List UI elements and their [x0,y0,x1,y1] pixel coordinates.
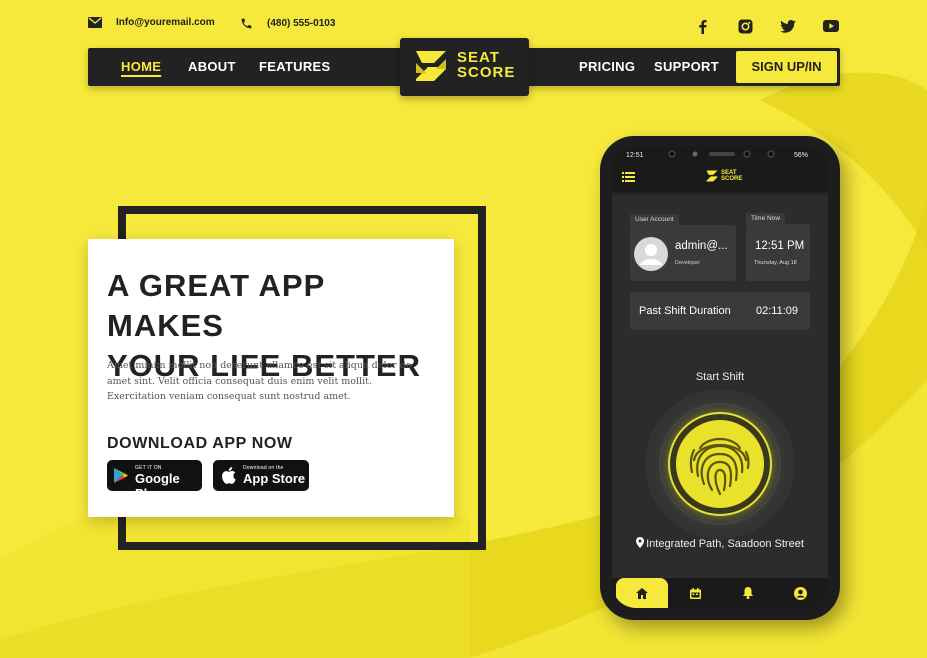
bottom-nav-calendar[interactable] [669,578,721,608]
phone-text: (480) 555-0103 [267,18,336,29]
past-shift-panel: Past Shift Duration 02:11:09 [630,292,810,330]
time-now-tag: Time Now [746,213,786,224]
logo-text-line1: SEAT [457,49,500,66]
app-bottom-nav [612,578,828,608]
twitter-icon[interactable] [779,17,797,35]
location-row: Integrated Path, Saadoon Street [612,537,828,550]
fingerprint-icon [676,420,764,508]
camera-notch-icon [668,150,775,158]
hero-paragraph: Amet minim mollit non deserunt ullamco e… [107,360,412,402]
location-text: Integrated Path, Saadoon Street [646,538,804,550]
user-account-tag: User Account [630,214,679,225]
nav-pricing[interactable]: PRICING [579,48,635,86]
google-play-icon [114,468,128,483]
youtube-icon[interactable] [822,17,840,35]
menu-icon[interactable] [622,172,635,182]
past-shift-value: 02:11:09 [756,305,799,317]
mail-icon [88,17,102,28]
app-logo-icon [706,170,718,182]
phone-screen: 12:51 56% SEAT SCORE User Account admin@… [612,146,828,608]
download-title: DOWNLOAD APP NOW [107,435,293,452]
top-contact-bar: Info@youremail.com (480) 555-0103 [88,17,840,37]
instagram-icon[interactable] [736,17,754,35]
bottom-nav-profile[interactable] [774,578,826,608]
start-shift-button[interactable] [668,412,772,516]
user-role: Developer [675,260,701,266]
google-play-button[interactable]: GET IT ON Google Play [107,460,202,501]
logo-text: SEAT SCORE [457,50,515,80]
app-header: 12:51 56% SEAT SCORE [612,146,828,191]
nav-support[interactable]: SUPPORT [654,48,719,86]
bottom-nav-notifications[interactable] [722,578,774,608]
app-logo-line2: SCORE [721,176,743,182]
date-now-value: Thursday, Aug 18 [754,260,797,266]
profile-icon [793,586,807,600]
hero-card: A GREAT APP MAKES YOUR LIFE BETTER Amet … [88,239,454,517]
calendar-icon [689,587,701,599]
app-store-big: App Store [243,471,306,486]
home-icon [636,587,648,599]
nav-about[interactable]: ABOUT [188,48,236,86]
facebook-icon[interactable] [693,17,711,35]
status-time: 12:51 [626,152,644,159]
user-name: admin@... [675,240,728,252]
hero-headline-line1: A GREAT APP MAKES [107,268,325,343]
email-contact[interactable]: Info@youremail.com [88,17,215,28]
user-account-panel[interactable]: admin@... Developer [630,225,736,281]
apple-icon [222,467,236,484]
phone-contact[interactable]: (480) 555-0103 [240,17,335,30]
sign-up-button[interactable]: SIGN UP/IN [736,51,837,83]
time-now-panel: 12:51 PM Thursday, Aug 18 [746,224,810,281]
seatscore-logo-icon [416,51,446,81]
location-pin-icon [636,537,645,548]
site-logo[interactable]: SEAT SCORE [400,38,529,96]
start-shift-label: Start Shift [695,371,745,383]
app-logo-text: SEAT SCORE [721,170,742,182]
google-play-big: Google Play [135,471,180,501]
phone-mockup: 12:51 56% SEAT SCORE User Account admin@… [600,136,840,620]
status-battery: 56% [794,152,809,159]
bell-icon [743,587,753,599]
nav-home[interactable]: HOME [121,48,161,86]
time-now-value: 12:51 PM [755,240,805,252]
past-shift-label: Past Shift Duration [639,305,731,317]
avatar-icon [634,237,668,271]
bottom-nav-home[interactable] [616,578,668,608]
email-text: Info@youremail.com [116,17,215,28]
logo-text-line2: SCORE [457,64,516,81]
nav-features[interactable]: FEATURES [259,48,331,86]
app-store-button[interactable]: Download on the App Store [213,460,309,491]
phone-icon [241,18,252,29]
